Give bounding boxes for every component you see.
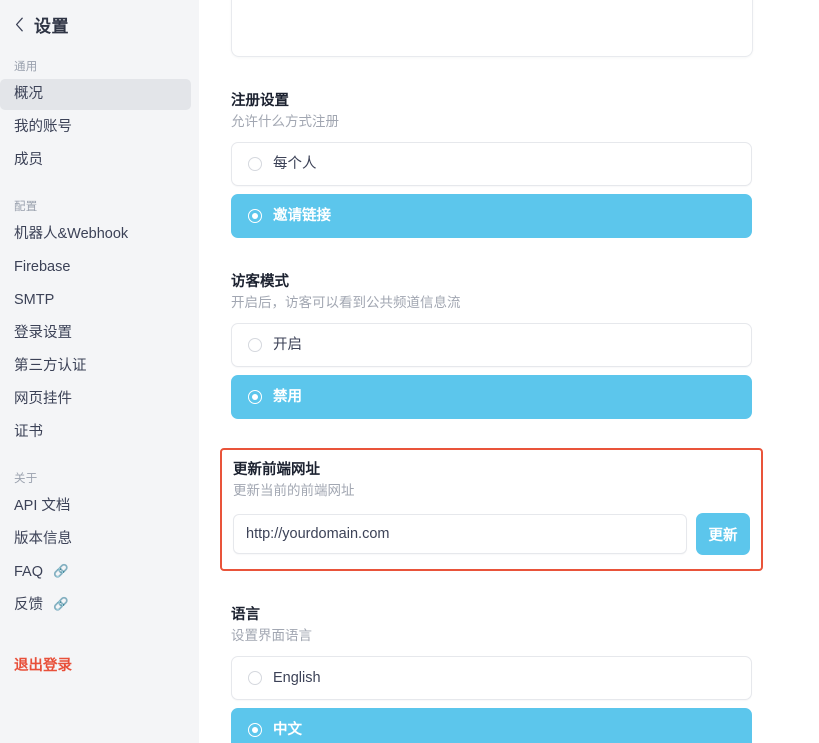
sidebar-item-smtp[interactable]: SMTP — [0, 285, 191, 316]
radio-option-label: 开启 — [273, 337, 302, 353]
main-content: 注册设置 允许什么方式注册 每个人 邀请链接 访客模式 开启后，访客可以看到公共… — [199, 0, 819, 743]
radio-selected-icon — [248, 209, 262, 223]
sidebar-item-login-settings[interactable]: 登录设置 — [0, 318, 191, 349]
sidebar-group-about: 关于 API 文档 版本信息 FAQ 🔗 反馈 🔗 退出登录 — [0, 470, 199, 682]
radio-option-everyone[interactable]: 每个人 — [231, 142, 752, 186]
sidebar-nav: 通用 概况 我的账号 成员 配置 机器人&Webhook Firebase SM… — [0, 38, 199, 682]
radio-group-guest-mode: 开启 禁用 — [231, 323, 752, 419]
sidebar-item-label: 反馈 — [14, 597, 43, 613]
radio-group-register: 每个人 邀请链接 — [231, 142, 752, 238]
section-subtitle: 更新当前的前端网址 — [233, 483, 355, 498]
sidebar-item-label: 我的账号 — [14, 119, 72, 135]
radio-unselected-icon — [248, 338, 262, 352]
sidebar-item-api-docs[interactable]: API 文档 — [0, 491, 191, 522]
page-title: 设置 — [34, 16, 69, 36]
frontend-url-row: 更新 — [233, 513, 750, 555]
logout-label: 退出登录 — [14, 658, 72, 674]
section-subtitle: 允许什么方式注册 — [231, 114, 339, 129]
frontend-url-input[interactable] — [233, 514, 687, 554]
radio-option-disable[interactable]: 禁用 — [231, 375, 752, 419]
sidebar-group-label: 关于 — [14, 473, 38, 485]
sidebar-item-label: 网页挂件 — [14, 391, 72, 407]
update-button[interactable]: 更新 — [696, 513, 750, 555]
radio-group-language: English 中文 — [231, 656, 752, 743]
section-title: 语言 — [231, 607, 260, 623]
section-title: 访客模式 — [231, 274, 289, 290]
section-subtitle: 开启后，访客可以看到公共频道信息流 — [231, 295, 461, 310]
section-language: 语言 设置界面语言 English 中文 — [220, 605, 763, 743]
radio-option-label: English — [273, 670, 321, 686]
sidebar-item-label: API 文档 — [14, 498, 71, 514]
sidebar-item-members[interactable]: 成员 — [0, 145, 191, 176]
sidebar-item-label: Firebase — [14, 259, 71, 275]
sidebar-item-label: 机器人&Webhook — [14, 226, 129, 242]
sidebar-item-label: 证书 — [14, 424, 43, 440]
radio-selected-icon — [248, 723, 262, 737]
radio-unselected-icon — [248, 671, 262, 685]
sidebar-group-label: 配置 — [14, 201, 38, 213]
link-icon: 🔗 — [53, 564, 69, 578]
sidebar-item-bots-webhook[interactable]: 机器人&Webhook — [0, 219, 191, 250]
settings-content: 注册设置 允许什么方式注册 每个人 邀请链接 访客模式 开启后，访客可以看到公共… — [220, 0, 763, 743]
sidebar-group-configuration: 配置 机器人&Webhook Firebase SMTP 登录设置 第三方认证 … — [0, 198, 199, 448]
section-title: 更新前端网址 — [233, 462, 320, 478]
sidebar-item-web-widget[interactable]: 网页挂件 — [0, 384, 191, 415]
sidebar-item-label: 概况 — [14, 86, 43, 102]
sidebar-item-overview[interactable]: 概况 — [0, 79, 191, 110]
radio-option-label: 中文 — [273, 722, 302, 738]
sidebar-item-label: 登录设置 — [14, 325, 72, 341]
sidebar-item-label: SMTP — [14, 292, 55, 308]
radio-option-label: 每个人 — [273, 156, 317, 172]
radio-option-invite-link[interactable]: 邀请链接 — [231, 194, 752, 238]
radio-option-label: 禁用 — [273, 389, 302, 405]
sidebar-group-general: 通用 概况 我的账号 成员 — [0, 58, 199, 176]
sidebar-item-firebase[interactable]: Firebase — [0, 252, 191, 283]
section-guest-mode: 访客模式 开启后，访客可以看到公共频道信息流 开启 禁用 — [220, 272, 763, 419]
radio-option-english[interactable]: English — [231, 656, 752, 700]
previous-section-card — [231, 0, 753, 57]
sidebar-item-label: 成员 — [14, 152, 43, 168]
sidebar-item-label: FAQ — [14, 564, 44, 580]
radio-selected-icon — [248, 390, 262, 404]
sidebar-item-certificate[interactable]: 证书 — [0, 417, 191, 448]
sidebar-item-feedback[interactable]: 反馈 🔗 — [0, 590, 191, 621]
link-icon: 🔗 — [53, 597, 69, 611]
section-title: 注册设置 — [231, 93, 289, 109]
chevron-left-icon[interactable] — [10, 15, 28, 33]
section-register-settings: 注册设置 允许什么方式注册 每个人 邀请链接 — [220, 91, 763, 238]
sidebar-group-label: 通用 — [14, 61, 38, 73]
radio-option-chinese[interactable]: 中文 — [231, 708, 752, 743]
radio-unselected-icon — [248, 157, 262, 171]
sidebar-item-faq[interactable]: FAQ 🔗 — [0, 557, 191, 588]
section-frontend-url: 更新前端网址 更新当前的前端网址 更新 — [220, 448, 763, 571]
radio-option-enable[interactable]: 开启 — [231, 323, 752, 367]
sidebar-item-my-account[interactable]: 我的账号 — [0, 112, 191, 143]
radio-option-label: 邀请链接 — [273, 208, 331, 224]
sidebar-item-third-party-auth[interactable]: 第三方认证 — [0, 351, 191, 382]
sidebar-item-version-info[interactable]: 版本信息 — [0, 524, 191, 555]
sidebar: 设置 通用 概况 我的账号 成员 配置 机器人&Webhook Firebase… — [0, 0, 199, 743]
sidebar-item-label: 版本信息 — [14, 531, 72, 547]
logout-button[interactable]: 退出登录 — [0, 651, 191, 682]
sidebar-item-label: 第三方认证 — [14, 358, 87, 374]
section-subtitle: 设置界面语言 — [231, 628, 312, 643]
sidebar-header: 设置 — [0, 0, 199, 38]
settings-page: 设置 通用 概况 我的账号 成员 配置 机器人&Webhook Firebase… — [0, 0, 819, 743]
